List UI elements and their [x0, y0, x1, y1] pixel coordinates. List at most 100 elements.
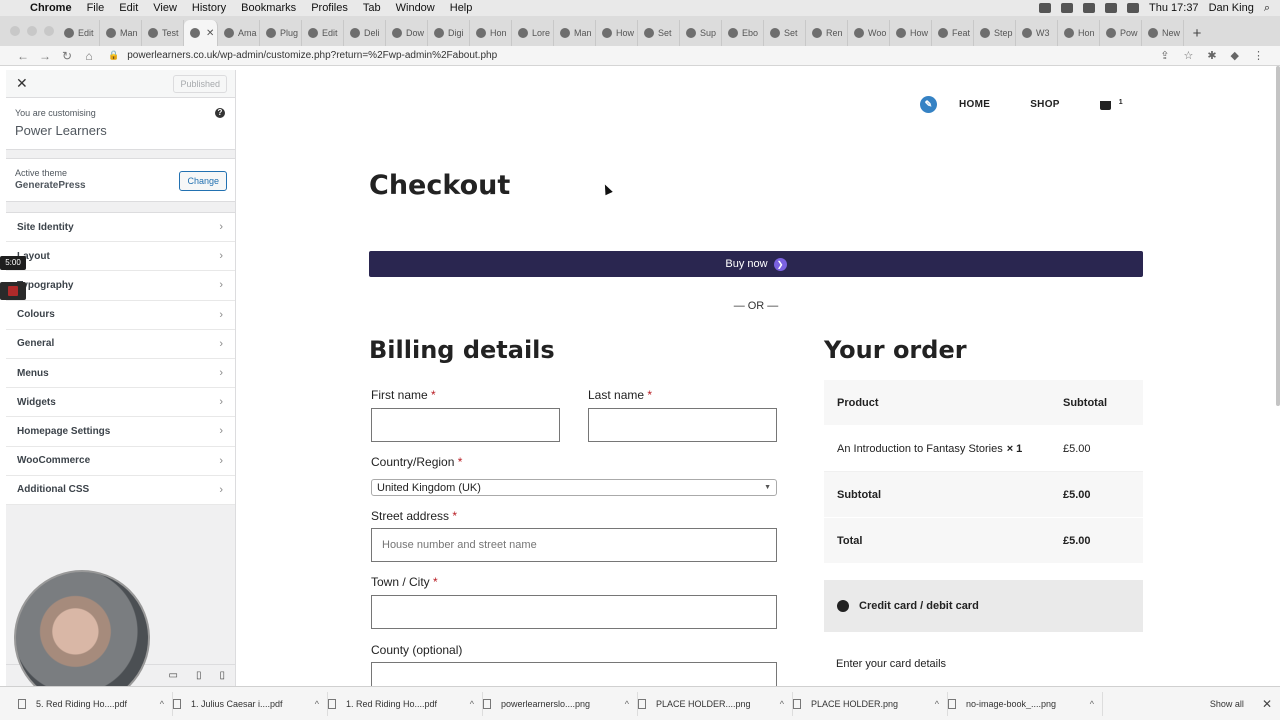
browser-tab[interactable]: Hon — [470, 20, 512, 46]
chevron-up-icon[interactable]: ^ — [780, 699, 784, 709]
payment-method-option[interactable]: Credit card / debit card — [824, 580, 1143, 632]
new-tab-icon[interactable]: + — [1184, 20, 1210, 46]
browser-tab[interactable]: Woo — [848, 20, 890, 46]
radio-selected-icon[interactable] — [837, 600, 849, 612]
reload-icon[interactable]: ↻ — [56, 49, 78, 63]
menu-view[interactable]: View — [153, 2, 177, 14]
browser-tab[interactable]: Ebo — [722, 20, 764, 46]
last-name-input[interactable] — [588, 408, 777, 442]
menu-tab[interactable]: Tab — [363, 2, 381, 14]
cart-link[interactable]: 1 — [1099, 99, 1123, 110]
chevron-up-icon[interactable]: ^ — [315, 699, 319, 709]
section-woocommerce[interactable]: WooCommerce › — [6, 447, 235, 476]
menu-dots-icon[interactable]: ⋮ — [1253, 49, 1264, 62]
desktop-preview-icon[interactable]: ▭ — [169, 670, 178, 681]
browser-tab[interactable]: Feat — [932, 20, 974, 46]
browser-tab[interactable]: Test — [142, 20, 184, 46]
browser-tab[interactable]: Man — [100, 20, 142, 46]
browser-tab[interactable]: Hon — [1058, 20, 1100, 46]
chevron-up-icon[interactable]: ^ — [625, 699, 629, 709]
extension-icon[interactable]: ◆ — [1231, 49, 1239, 62]
browser-tab[interactable]: How — [596, 20, 638, 46]
forward-icon[interactable]: → — [34, 49, 56, 63]
nav-home[interactable]: HOME — [959, 99, 990, 110]
section-typography[interactable]: Typography › — [6, 271, 235, 301]
maximize-window-icon[interactable] — [44, 26, 54, 36]
section-widgets[interactable]: Widgets › — [6, 388, 235, 418]
browser-tab[interactable]: Sup — [680, 20, 722, 46]
show-all-downloads-button[interactable]: Show all — [1210, 699, 1244, 709]
wifi-icon[interactable] — [1127, 3, 1140, 13]
browser-tab[interactable]: Edit — [302, 20, 344, 46]
preview-scrollbar[interactable] — [1276, 66, 1280, 406]
section-colours[interactable]: Colours › — [6, 301, 235, 330]
browser-tab[interactable]: Plug — [260, 20, 302, 46]
download-item[interactable]: 5. Red Riding Ho....pdf ^ — [18, 691, 173, 716]
download-item[interactable]: 1. Julius Caesar i....pdf ^ — [173, 691, 328, 716]
airplay-icon[interactable] — [1083, 3, 1096, 13]
browser-tab[interactable]: New — [1142, 20, 1184, 46]
browser-tab[interactable]: Set — [638, 20, 680, 46]
download-item[interactable]: 1. Red Riding Ho....pdf ^ — [328, 691, 483, 716]
close-downloads-icon[interactable]: ✕ — [1262, 697, 1272, 711]
browser-tab[interactable]: Man — [554, 20, 596, 46]
address-bar[interactable]: powerlearners.co.uk/wp-admin/customize.p… — [127, 50, 497, 61]
browser-tab[interactable]: Set — [764, 20, 806, 46]
browser-tab[interactable]: Ama — [218, 20, 260, 46]
change-theme-button[interactable]: Change — [179, 171, 227, 191]
browser-tab-active[interactable]: ✕ — [184, 20, 218, 46]
section-general[interactable]: General › — [6, 330, 235, 359]
country-select[interactable]: United Kingdom (UK) ▼ — [371, 479, 777, 496]
menu-file[interactable]: File — [87, 2, 105, 14]
section-layout[interactable]: Layout › — [6, 242, 235, 272]
browser-tab[interactable]: Edit — [58, 20, 100, 46]
share-icon[interactable]: ⇪ — [1160, 49, 1169, 62]
user-name[interactable]: Dan King — [1209, 2, 1254, 14]
town-city-input[interactable] — [371, 595, 777, 629]
tablet-preview-icon[interactable]: ▯ — [196, 670, 202, 681]
stop-recording-button[interactable] — [0, 282, 26, 300]
section-homepage-settings[interactable]: Homepage Settings › — [6, 417, 235, 447]
browser-tab[interactable]: Step — [974, 20, 1016, 46]
gear-icon[interactable] — [1039, 3, 1052, 13]
battery-icon[interactable] — [1105, 3, 1118, 13]
help-icon[interactable]: ? — [215, 108, 225, 118]
browser-tab[interactable]: Lore — [512, 20, 554, 46]
chevron-up-icon[interactable]: ^ — [470, 699, 474, 709]
browser-tab[interactable]: Dow — [386, 20, 428, 46]
clock[interactable]: Thu 17:37 — [1149, 2, 1199, 14]
nav-shop[interactable]: SHOP — [1030, 99, 1060, 110]
chevron-up-icon[interactable]: ^ — [935, 699, 939, 709]
download-item[interactable]: PLACE HOLDER....png ^ — [638, 691, 793, 716]
street-address-input[interactable]: House number and street name — [371, 528, 777, 562]
menu-edit[interactable]: Edit — [119, 2, 138, 14]
browser-tab[interactable]: Digi — [428, 20, 470, 46]
back-icon[interactable]: ← — [12, 49, 34, 63]
chevron-up-icon[interactable]: ^ — [160, 699, 164, 709]
first-name-input[interactable] — [371, 408, 560, 442]
browser-tab[interactable]: How — [890, 20, 932, 46]
browser-tab[interactable]: Ren — [806, 20, 848, 46]
menu-help[interactable]: Help — [450, 2, 473, 14]
search-icon[interactable]: ⌕ — [1264, 2, 1270, 15]
display-icon[interactable] — [1061, 3, 1074, 13]
section-additional-css[interactable]: Additional CSS › — [6, 476, 235, 505]
download-item[interactable]: powerlearnerslo....png ^ — [483, 691, 638, 716]
published-button[interactable]: Published — [173, 74, 227, 93]
chevron-up-icon[interactable]: ^ — [1090, 699, 1094, 709]
browser-tab[interactable]: Pow — [1100, 20, 1142, 46]
bookmark-star-icon[interactable]: ☆ — [1183, 49, 1193, 62]
menu-profiles[interactable]: Profiles — [311, 2, 348, 14]
close-window-icon[interactable] — [10, 26, 20, 36]
menu-history[interactable]: History — [192, 2, 226, 14]
extensions-icon[interactable]: ✱ — [1207, 49, 1216, 62]
browser-tab[interactable]: Deli — [344, 20, 386, 46]
download-item[interactable]: PLACE HOLDER.png ^ — [793, 691, 948, 716]
county-input[interactable] — [371, 662, 777, 686]
download-item[interactable]: no-image-book_....png ^ — [948, 691, 1103, 716]
mobile-preview-icon[interactable]: ▯ — [219, 670, 225, 681]
browser-tab[interactable]: W3 — [1016, 20, 1058, 46]
edit-shortcut-icon[interactable]: ✎ — [920, 96, 937, 113]
home-icon[interactable]: ⌂ — [78, 49, 100, 63]
menu-window[interactable]: Window — [396, 2, 435, 14]
